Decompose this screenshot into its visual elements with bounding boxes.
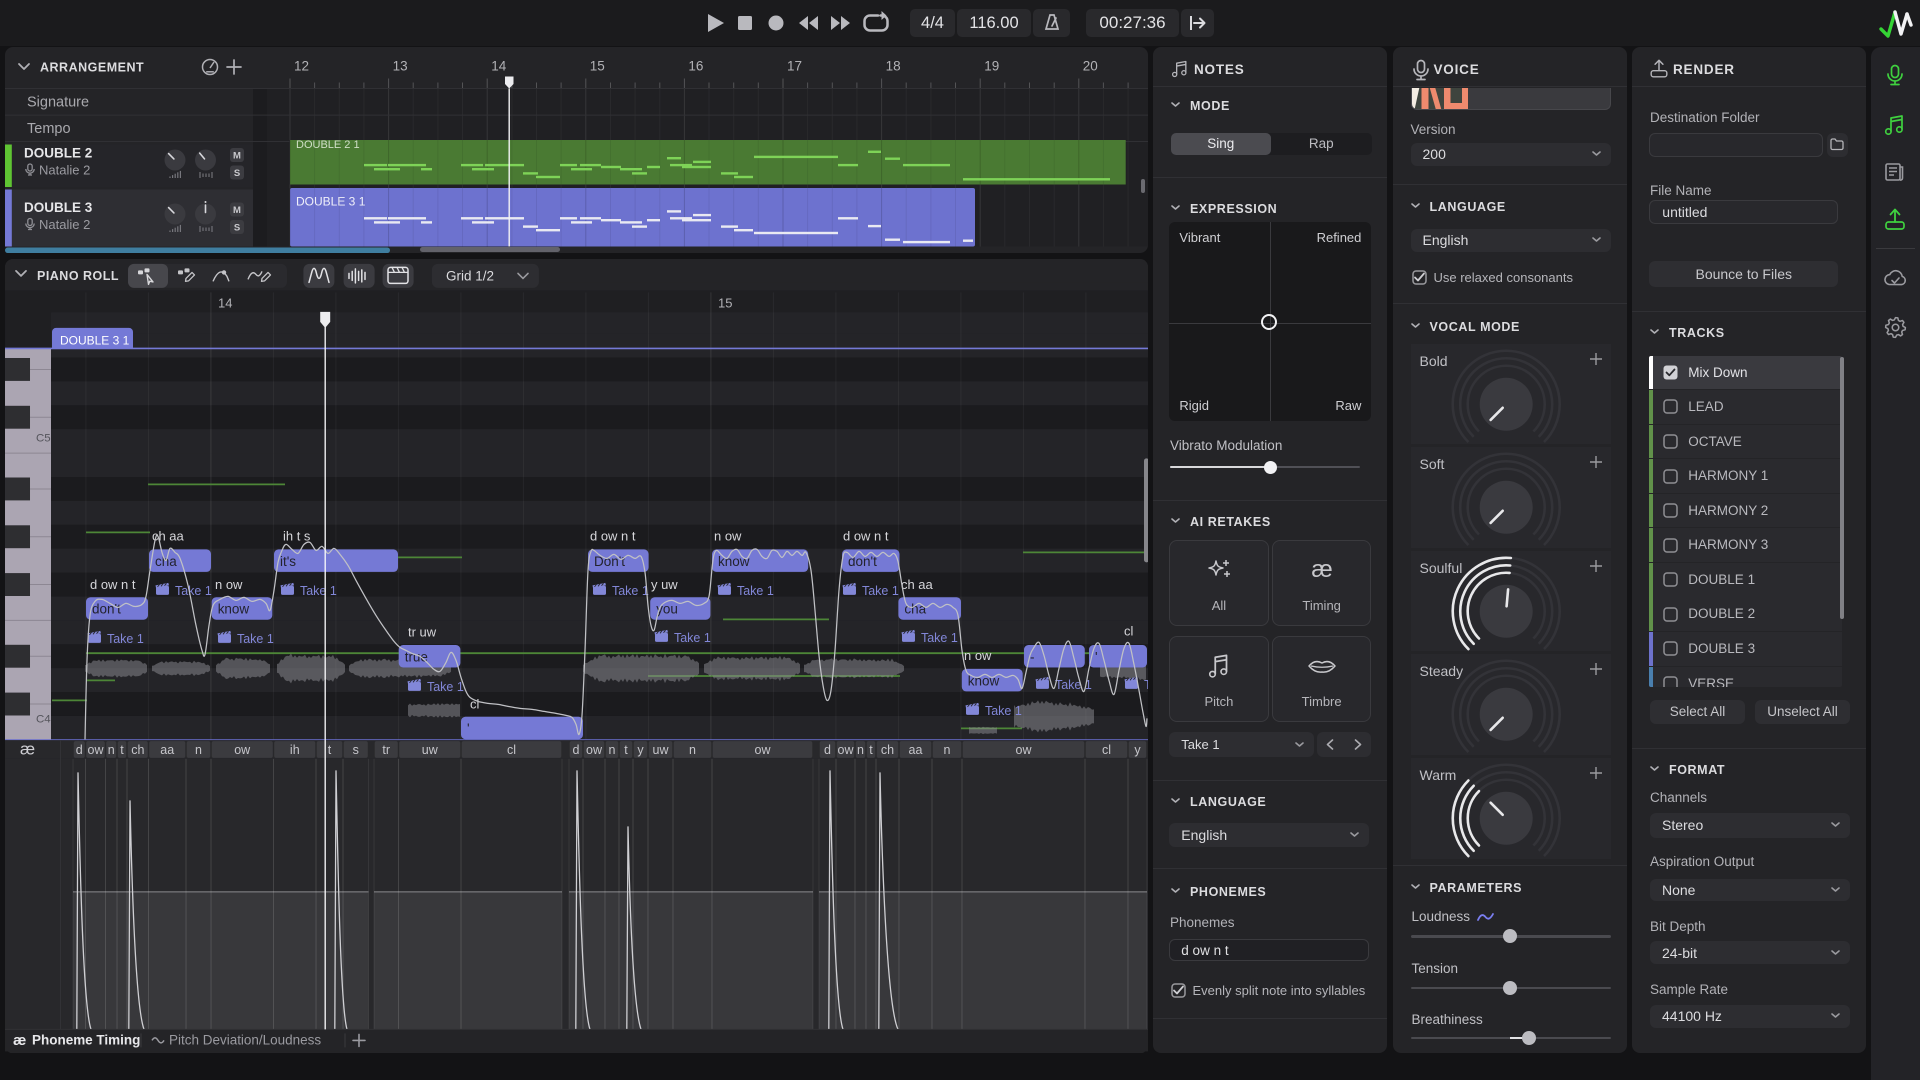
svg-text:y: y [637,742,644,756]
svg-text:d ow n t: d ow n t [590,528,636,543]
svg-text:tr uw: tr uw [408,624,437,639]
svg-text:Take 1: Take 1 [237,631,274,645]
svg-text:n: n [609,742,616,756]
svg-text:know: know [218,601,250,616]
svg-text:Tempo: Tempo [27,121,71,137]
svg-text:Take 1: Take 1 [300,583,337,597]
svg-text:æ: æ [20,739,35,758]
svg-text:y: y [1134,742,1141,756]
svg-text:ch: ch [881,742,894,756]
svg-text:d: d [573,742,580,756]
svg-text:Take 1: Take 1 [1144,677,1148,691]
svg-text:Signature: Signature [27,94,89,110]
svg-text:14: 14 [491,58,507,73]
svg-text:ow: ow [838,742,855,756]
svg-text:DOUBLE 2 1: DOUBLE 2 1 [296,139,360,151]
svg-text:cl: cl [1124,623,1133,638]
svg-text:DOUBLE 2: DOUBLE 2 [24,145,92,160]
svg-text:DOUBLE 3 1: DOUBLE 3 1 [296,194,366,208]
svg-text:ow: ow [1016,742,1033,756]
svg-text:n ow: n ow [714,528,742,543]
svg-text:-: - [1030,649,1035,664]
svg-text:uw: uw [422,742,439,756]
svg-text:d: d [76,742,83,756]
svg-text:ch aa: ch aa [901,576,934,591]
svg-text:Natalie 2: Natalie 2 [39,162,90,177]
svg-text:C4: C4 [36,713,51,725]
svg-text:s: s [353,742,359,756]
svg-text:n: n [857,742,864,756]
svg-text:Phoneme Timing: Phoneme Timing [32,1032,140,1047]
svg-text:19: 19 [984,58,999,73]
svg-text:DOUBLE 3: DOUBLE 3 [24,200,93,215]
svg-text:Natalie 2: Natalie 2 [39,217,90,232]
svg-text:DOUBLE 3 1: DOUBLE 3 1 [60,333,130,347]
svg-text:Take 1: Take 1 [737,583,774,597]
svg-text:20: 20 [1083,58,1098,73]
svg-text:': ' [1095,649,1098,664]
svg-text:Take 1: Take 1 [985,703,1022,717]
svg-text:don't: don't [92,601,121,616]
svg-text:12: 12 [294,58,309,73]
svg-text:ow: ow [586,742,603,756]
svg-text:n ow: n ow [964,647,992,662]
svg-text:Take 1: Take 1 [427,679,464,693]
svg-text:ch: ch [131,742,144,756]
svg-text:ih t s: ih t s [283,528,311,543]
svg-text:t: t [869,742,873,756]
svg-text:Take 1: Take 1 [612,583,649,597]
svg-text:PIANO ROLL: PIANO ROLL [37,268,119,282]
svg-text:it's: it's [280,553,296,568]
svg-text:y uw: y uw [651,576,678,591]
svg-text:S: S [234,222,240,233]
svg-text:t: t [120,742,124,756]
svg-text:æ: æ [13,1031,26,1048]
svg-text:n: n [944,742,951,756]
svg-text:M: M [233,150,241,161]
svg-text:ih: ih [290,742,300,756]
svg-text:cl: cl [1102,742,1111,756]
svg-text:don't: don't [848,553,877,568]
svg-text:M: M [233,205,241,216]
svg-text:ow: ow [234,742,251,756]
svg-text:uw: uw [653,742,670,756]
svg-text:æ: æ [1311,556,1332,583]
svg-text:Take 1: Take 1 [175,583,212,597]
svg-text:t: t [328,742,332,756]
svg-text:14: 14 [218,295,232,310]
svg-text:cha: cha [904,601,926,616]
svg-text:d ow n t: d ow n t [843,528,889,543]
svg-text:aa: aa [909,742,923,756]
svg-text:Take 1: Take 1 [921,630,958,644]
svg-text:n: n [195,742,202,756]
svg-text:ow: ow [755,742,772,756]
svg-text:15: 15 [718,295,732,310]
svg-text:ARRANGEMENT: ARRANGEMENT [40,60,144,74]
svg-text:n: n [108,742,115,756]
svg-text:cha: cha [155,553,177,568]
svg-text:17: 17 [787,58,802,73]
svg-text:Take 1: Take 1 [107,631,144,645]
svg-text:aa: aa [160,742,174,756]
svg-text:18: 18 [886,58,901,73]
svg-text:': ' [467,721,470,736]
svg-text:15: 15 [590,58,605,73]
svg-text:ow: ow [88,742,105,756]
svg-text:d ow n t: d ow n t [90,576,136,591]
svg-text:d: d [824,742,831,756]
svg-text:S: S [234,168,240,179]
svg-text:Grid 1/2: Grid 1/2 [446,268,494,283]
svg-text:tr: tr [382,742,390,756]
svg-text:t: t [624,742,628,756]
svg-text:13: 13 [393,58,408,73]
svg-text:cl: cl [507,742,516,756]
svg-text:n: n [689,742,696,756]
svg-text:n ow: n ow [215,576,243,591]
svg-text:C5: C5 [36,432,51,444]
svg-text:Take 1: Take 1 [674,630,711,644]
svg-text:Pitch Deviation/Loudness: Pitch Deviation/Loudness [169,1032,321,1047]
svg-text:Take 1: Take 1 [862,583,899,597]
svg-text:16: 16 [688,58,703,73]
